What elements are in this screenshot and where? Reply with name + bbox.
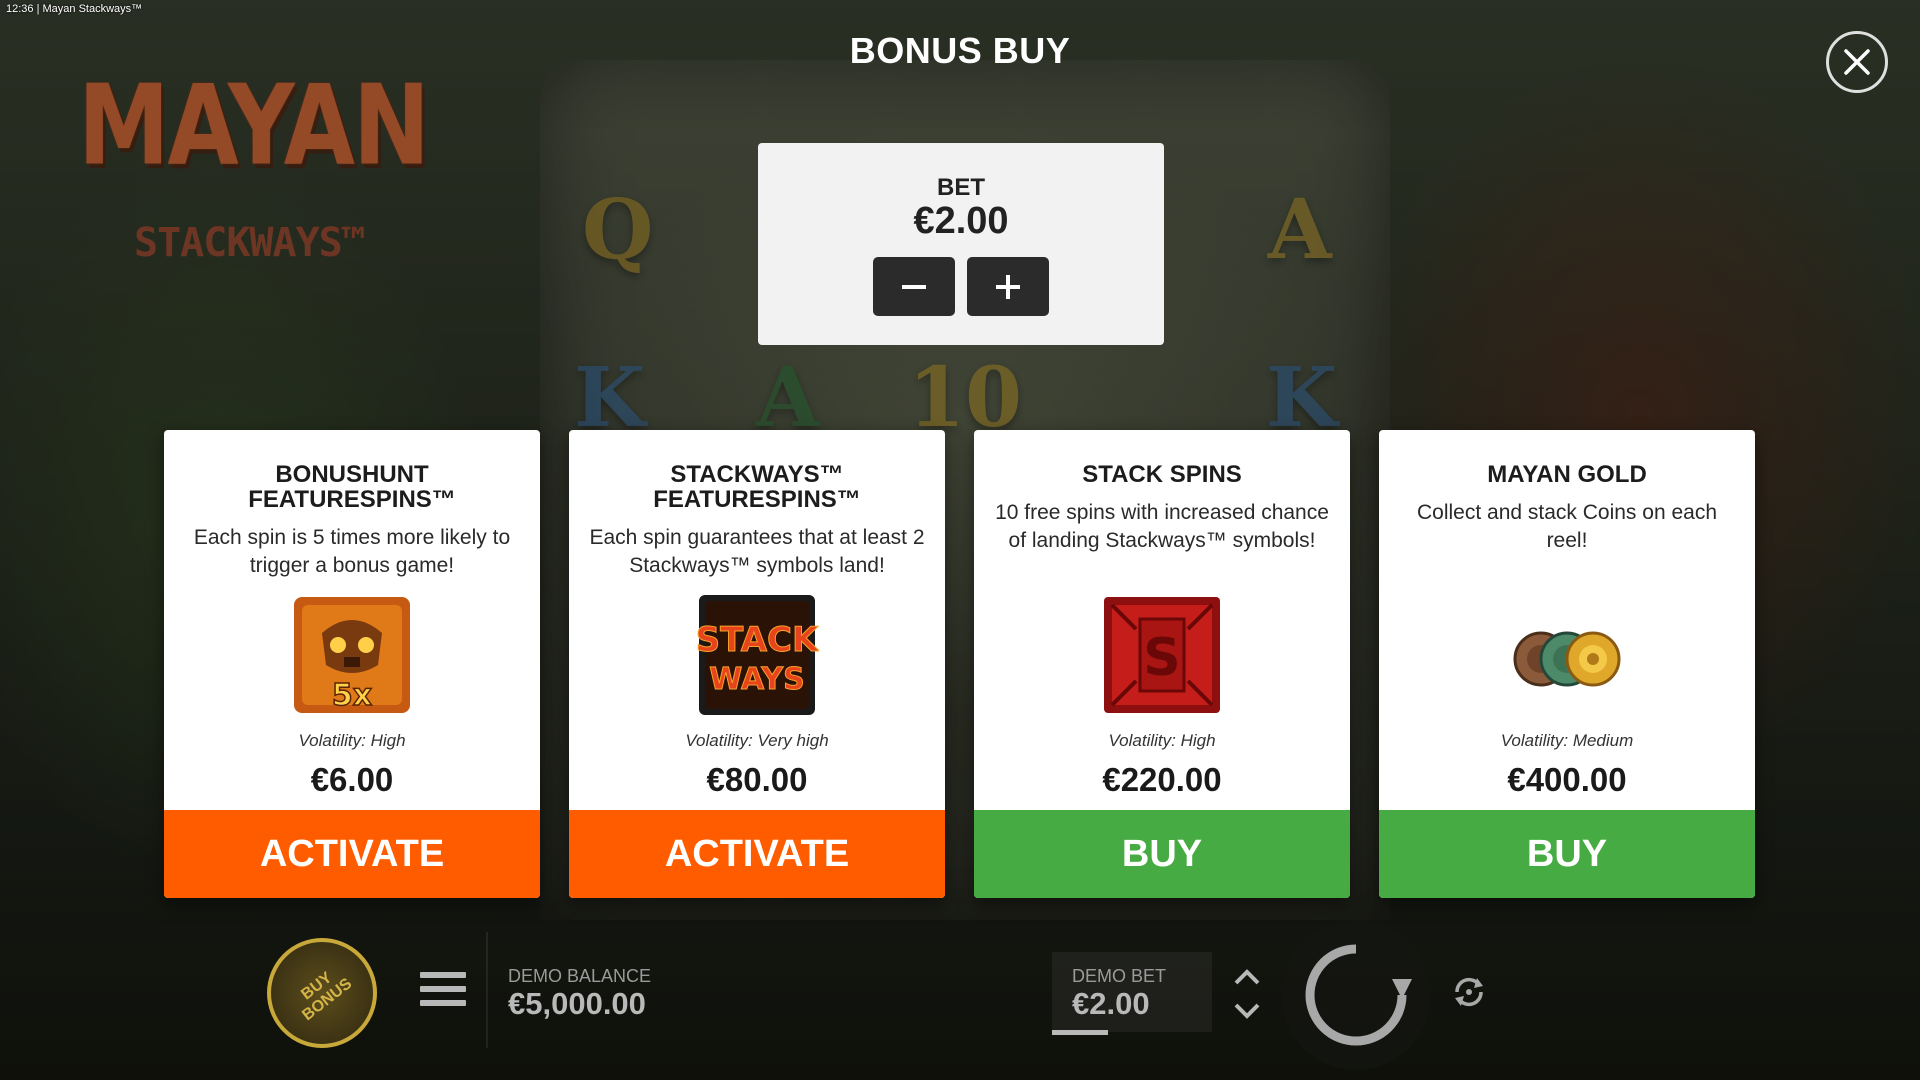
svg-text:STACK: STACK (696, 620, 819, 660)
card-description: 10 free spins with increased chance of l… (995, 501, 1329, 552)
activate-button[interactable]: ACTIVATE (164, 810, 540, 898)
card-description: Each spin is 5 times more likely to trig… (193, 526, 511, 577)
demo-balance: DEMO BALANCE €5,000.00 (508, 966, 651, 1022)
game-logo: MAYAN STACKWAYS™ (72, 61, 430, 272)
chevron-down-icon (1234, 1003, 1260, 1019)
svg-text:5x: 5x (332, 678, 372, 713)
close-button[interactable] (1826, 31, 1888, 93)
bet-label: BET (937, 174, 985, 201)
card-title: STACKWAYS™ FEATURESPINS™ (653, 461, 861, 513)
menu-icon-line (420, 1000, 466, 1006)
menu-button[interactable] (420, 972, 466, 1012)
coins-icon (1513, 631, 1621, 687)
menu-icon (420, 972, 466, 978)
card-price: €6.00 (310, 761, 394, 798)
buy-bonus-button[interactable]: BUY BONUS (267, 938, 377, 1048)
autoplay-button[interactable] (1447, 970, 1491, 1014)
card-description: Collect and stack Coins on each reel! (1417, 501, 1717, 552)
card-title: BONUSHUNT FEATURESPINS™ (248, 461, 456, 513)
bet-panel: BET €2.00 (758, 143, 1164, 345)
card-title: MAYAN GOLD (1487, 461, 1647, 488)
bet-up-button[interactable] (1228, 960, 1266, 994)
plus-icon (996, 274, 1020, 299)
modal-title: BONUS BUY (849, 30, 1071, 71)
card-price: €220.00 (1102, 761, 1222, 798)
balance-label: DEMO BALANCE (508, 966, 652, 986)
increase-bet-button[interactable] (967, 257, 1049, 316)
spin-button[interactable] (1281, 920, 1431, 1070)
svg-text:WAYS: WAYS (709, 662, 804, 697)
buy-button[interactable]: BUY (1379, 810, 1755, 898)
card-title: STACK SPINS (1082, 461, 1242, 488)
svg-text:S: S (1143, 628, 1180, 688)
bet-value: €2.00 (1072, 986, 1150, 1021)
activate-button[interactable]: ACTIVATE (569, 810, 945, 898)
buy-bonus-label: BUY BONUS (298, 969, 356, 1025)
card-volatility: Volatility: Very high (685, 731, 829, 750)
bonus-card-bonushunt: BONUSHUNT FEATURESPINS™ Each spin is 5 t… (164, 430, 540, 898)
card-description: Each spin guarantees that at least 2 Sta… (589, 526, 925, 577)
spin-icon (1305, 944, 1412, 1046)
stackways-logo-icon: STACK WAYS (695, 595, 819, 715)
red-s-stack-icon: S (1104, 597, 1220, 713)
bet-label: DEMO BET (1072, 966, 1167, 986)
card-price: €400.00 (1507, 761, 1627, 798)
bonus-card-mayan-gold: MAYAN GOLD Collect and stack Coins on ea… (1379, 430, 1755, 898)
chevron-up-icon (1234, 969, 1260, 985)
card-price: €80.00 (706, 761, 808, 798)
card-volatility: Volatility: High (298, 731, 406, 750)
decrease-bet-button[interactable] (873, 257, 955, 316)
close-icon (1844, 49, 1870, 75)
logo-title: MAYAN (78, 61, 430, 190)
bet-indicator (1052, 1030, 1108, 1035)
bet-value: €2.00 (913, 200, 1009, 242)
bonus-card-stack-spins: STACK SPINS 10 free spins with increased… (974, 430, 1350, 898)
bet-step-buttons (1228, 960, 1266, 1028)
bet-controls (758, 257, 1164, 316)
minus-icon (902, 284, 926, 289)
bonus-card-stackways: STACKWAYS™ FEATURESPINS™ Each spin guara… (569, 430, 945, 898)
logo-subtitle: STACKWAYS™ (134, 220, 366, 266)
card-volatility: Volatility: High (1108, 731, 1216, 750)
bonushunt-skull-5x-icon: 5x (294, 597, 410, 714)
bet-down-button[interactable] (1228, 994, 1266, 1028)
card-volatility: Volatility: Medium (1500, 731, 1634, 750)
buy-button[interactable]: BUY (974, 810, 1350, 898)
balance-value: €5,000.00 (508, 986, 646, 1021)
divider (486, 932, 488, 1048)
autoplay-icon (1455, 977, 1483, 1007)
menu-icon-line (420, 986, 466, 992)
demo-bet[interactable]: DEMO BET €2.00 (1052, 952, 1212, 1032)
window-caption: 12:36 | Mayan Stackways™ (6, 3, 143, 15)
